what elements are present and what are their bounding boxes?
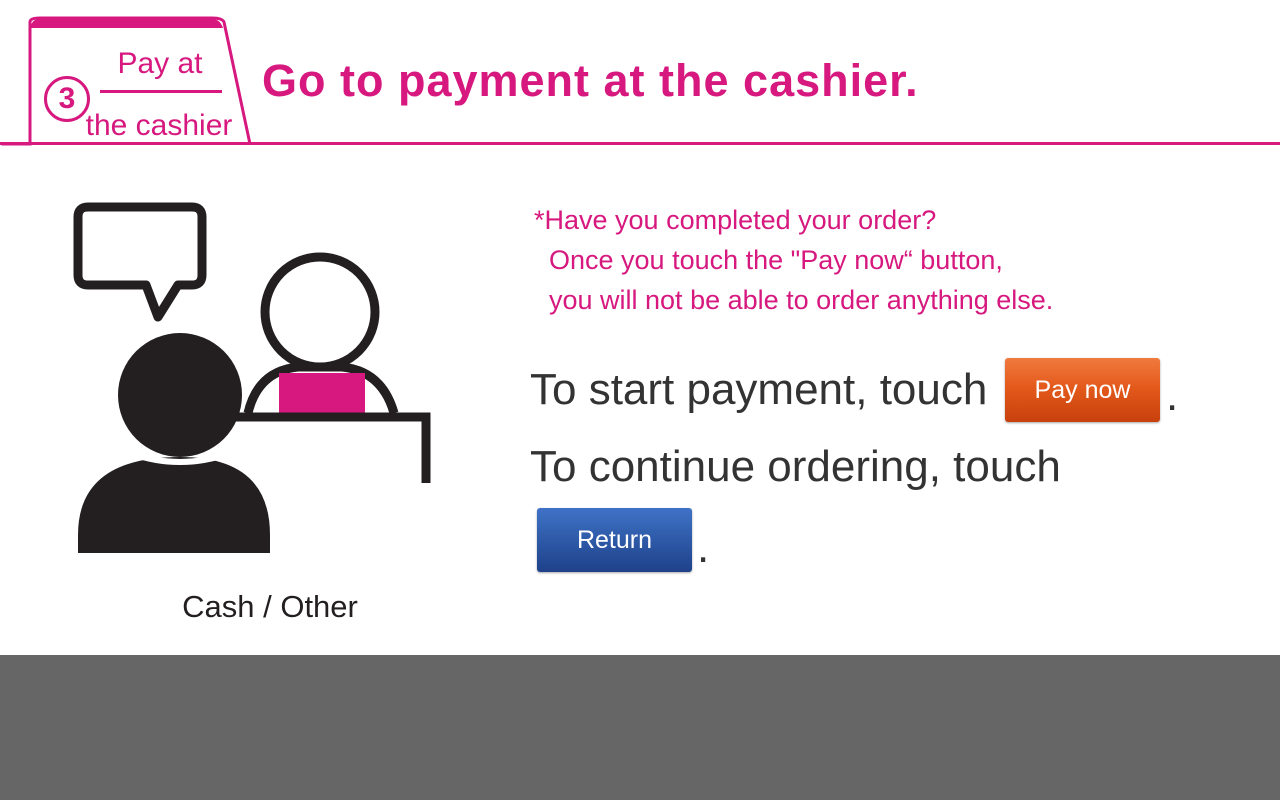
notice-line-2: Once you touch the "Pay now“ button, [549,245,1003,275]
bottom-bar [0,655,1280,800]
pay-instruction: To start payment, touch [530,365,988,414]
step-tab: 3 Pay at the cashier [0,0,260,150]
pay-now-button[interactable]: Pay now [1005,358,1160,422]
notice-line-1: *Have you completed your order? [534,205,937,235]
notice-line-3: you will not be able to order anything e… [549,285,1054,315]
return-instruction-period: . [697,523,710,572]
page-title: Go to payment at the cashier. [262,55,919,106]
cashier-illustration [60,195,450,565]
return-instruction: To continue ordering, touch [530,442,1061,491]
cashier-illustration-icon [73,202,431,553]
step-label-bottom: the cashier [85,109,233,142]
header: 3 Pay at the cashier Go to payment at th… [0,0,1280,150]
order-notice: *Have you completed your order? Once you… [534,200,1234,320]
return-button[interactable]: Return [537,508,692,572]
payment-method-caption: Cash / Other [182,589,358,624]
payment-screen: 3 Pay at the cashier Go to payment at th… [0,0,1280,800]
pay-instruction-period: . [1166,371,1179,420]
step-label-top: Pay at [117,47,203,80]
step-label-divider [100,90,222,93]
